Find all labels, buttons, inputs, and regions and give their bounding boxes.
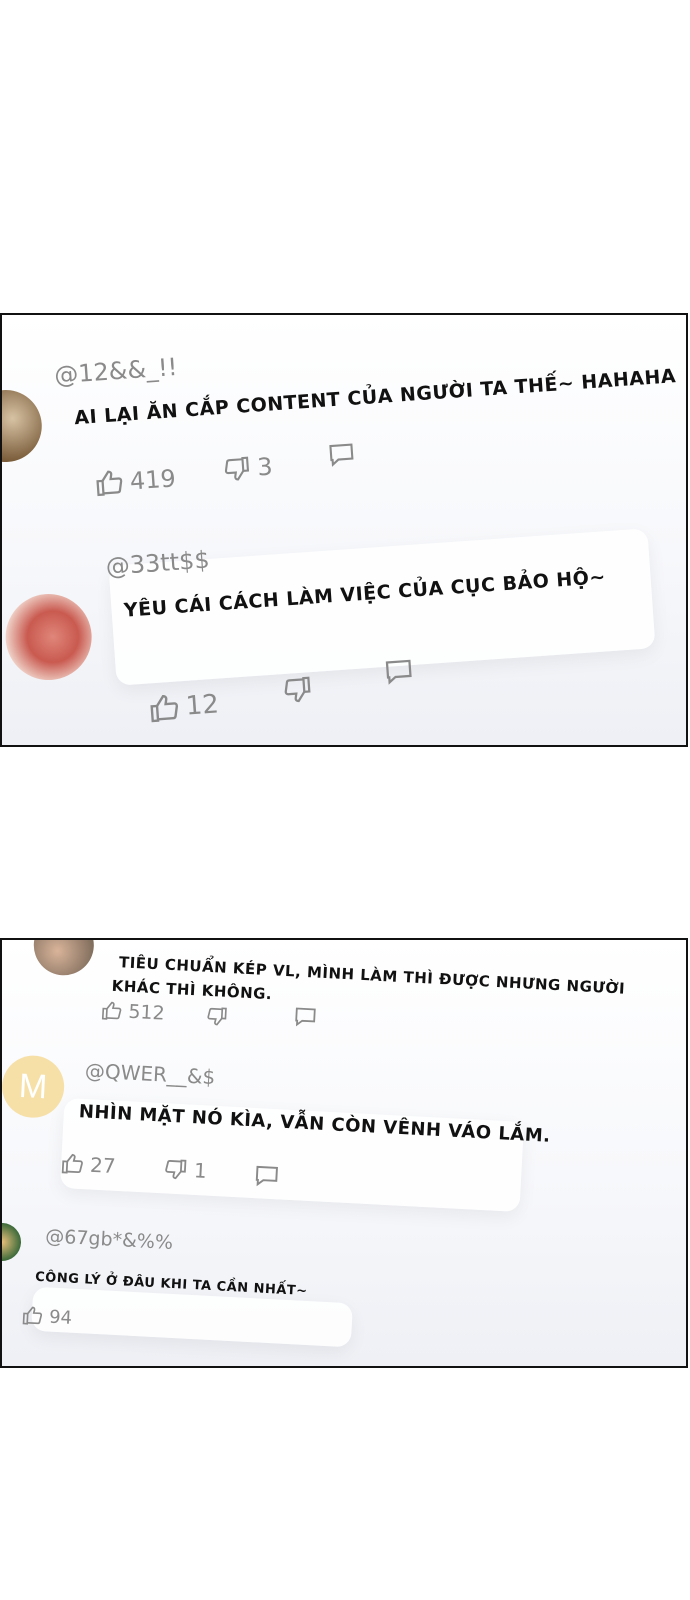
avatar-initial: M xyxy=(18,1066,49,1106)
reply-button[interactable] xyxy=(293,1005,318,1028)
like-button[interactable]: 12 xyxy=(147,688,220,725)
dislike-button[interactable] xyxy=(206,1005,229,1028)
comment-4: M @QWER__&$ NHÌN MẶT NÓ KÌA, VẪN CÒN VÊN… xyxy=(2,1050,686,1256)
like-button[interactable]: 419 xyxy=(93,463,177,499)
comment-handle[interactable]: @67gb*&%% xyxy=(45,1225,174,1254)
thumbs-up-icon xyxy=(61,1153,83,1174)
thumbs-down-icon xyxy=(224,456,250,481)
avatar[interactable] xyxy=(2,591,95,683)
thumbs-down-icon xyxy=(284,676,311,703)
avatar[interactable] xyxy=(2,1222,22,1262)
dislike-count: 1 xyxy=(193,1158,208,1183)
reply-button[interactable] xyxy=(383,657,415,687)
comment-handle[interactable]: @33tt$$ xyxy=(105,546,211,581)
thumbs-up-icon xyxy=(96,470,123,497)
reply-icon xyxy=(385,659,412,685)
reply-icon xyxy=(255,1165,278,1187)
dislike-button[interactable]: 1 xyxy=(163,1157,207,1183)
like-count: 12 xyxy=(184,689,220,722)
avatar[interactable] xyxy=(32,940,96,977)
dislike-button[interactable] xyxy=(282,674,314,706)
thumbs-down-icon xyxy=(207,1007,227,1026)
like-count: 512 xyxy=(127,1000,166,1025)
thumbs-up-icon xyxy=(22,1306,43,1325)
comment-text: CÔNG LÝ Ở ĐÂU KHI TA CẦN NHẤT~ xyxy=(34,1269,308,1300)
comment-handle[interactable]: @QWER__&$ xyxy=(84,1058,215,1089)
like-count: 419 xyxy=(128,464,177,496)
like-count: 94 xyxy=(48,1306,73,1329)
comment-2: @33tt$$ YÊU CÁI CÁCH LÀM VIỆC CỦA CỤC BẢ… xyxy=(2,467,686,745)
like-button[interactable]: 512 xyxy=(100,999,166,1025)
like-button[interactable]: 27 xyxy=(60,1151,117,1179)
reply-icon xyxy=(329,443,354,467)
avatar-letter[interactable]: M xyxy=(2,1054,66,1120)
comment-handle[interactable]: @12&&_!! xyxy=(53,353,178,390)
comments-panel-2: TIÊU CHUẨN KÉP VL, MÌNH LÀM THÌ ĐƯỢC NHƯ… xyxy=(0,938,688,1368)
thumbs-down-icon xyxy=(165,1159,187,1180)
avatar[interactable] xyxy=(2,387,45,465)
comments-panel-1: @12&&_!! AI LẠI ĂN CẮP CONTENT CỦA NGƯỜI… xyxy=(0,313,688,747)
reply-button[interactable] xyxy=(327,441,357,469)
thumbs-up-icon xyxy=(150,695,179,723)
reply-button[interactable] xyxy=(253,1163,280,1188)
thumbs-up-icon xyxy=(101,1001,122,1020)
dislike-count: 3 xyxy=(256,452,274,482)
like-count: 27 xyxy=(89,1152,117,1179)
comment-text: NHÌN MẶT NÓ KÌA, VẪN CÒN VÊNH VÁO LẮM. xyxy=(78,1101,552,1147)
reply-icon xyxy=(295,1007,316,1027)
like-button[interactable]: 94 xyxy=(21,1304,73,1329)
dislike-button[interactable]: 3 xyxy=(222,453,273,484)
